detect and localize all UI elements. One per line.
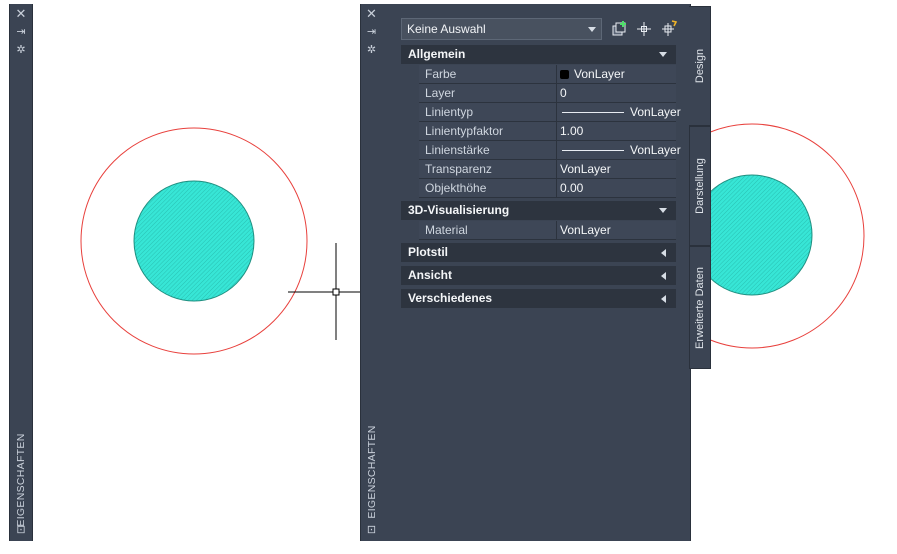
linetype-preview [562, 112, 624, 113]
property-value[interactable]: VonLayer [556, 221, 676, 240]
property-row-farbe[interactable]: Farbe VonLayer [401, 65, 676, 84]
strip-title: EIGENSCHAFTEN [15, 433, 27, 527]
hatched-circle-left[interactable] [133, 180, 255, 302]
chevron-left-icon [661, 272, 666, 280]
property-name: Linientyp [419, 103, 556, 122]
property-value[interactable]: 0.00 [556, 179, 676, 198]
property-value[interactable]: VonLayer [556, 103, 681, 122]
property-name: Material [419, 221, 556, 240]
palette-properties-icon[interactable]: ⊡ [361, 523, 382, 537]
tab-design[interactable]: Design [689, 6, 711, 126]
category-allgemein[interactable]: Allgemein [401, 45, 676, 64]
property-row-linientypfaktor[interactable]: Linientypfaktor 1.00 [401, 122, 676, 141]
properties-strip-collapsed[interactable]: ✕ ⇥ ✲ EIGENSCHAFTEN ⊡ [9, 4, 33, 541]
crosshair-cursor [288, 243, 362, 340]
property-row-material[interactable]: Material VonLayer [401, 221, 676, 240]
settings-icon[interactable]: ✲ [361, 43, 382, 57]
chevron-left-icon [661, 249, 666, 257]
category-verschiedenes[interactable]: Verschiedenes [401, 289, 676, 308]
property-value[interactable]: 0 [556, 84, 676, 103]
chevron-down-icon [659, 52, 667, 57]
palette-properties-icon[interactable]: ⊡ [10, 523, 32, 537]
tab-erweiterte-daten[interactable]: Erweiterte Daten [689, 246, 711, 369]
color-swatch [560, 70, 569, 79]
property-value[interactable]: VonLayer [556, 141, 681, 160]
chevron-down-icon [588, 27, 596, 32]
selection-dropdown[interactable]: Keine Auswahl [401, 18, 602, 40]
palette-title-bar[interactable]: ✕ ⇥ ✲ EIGENSCHAFTEN ⊡ [360, 4, 383, 541]
close-icon[interactable]: ✕ [361, 7, 382, 21]
category-plotstil[interactable]: Plotstil [401, 243, 676, 262]
property-name: Linienstärke [419, 141, 556, 160]
lineweight-preview [562, 150, 624, 151]
category-ansicht[interactable]: Ansicht [401, 266, 676, 285]
category-label: 3D-Visualisierung [408, 203, 510, 217]
select-objects-icon[interactable] [635, 20, 653, 38]
toggle-pickadd-icon[interactable] [611, 20, 629, 38]
selection-value: Keine Auswahl [407, 22, 486, 36]
palette-title: EIGENSCHAFTEN [365, 425, 378, 519]
tab-darstellung[interactable]: Darstellung [689, 126, 711, 246]
property-row-layer[interactable]: Layer 0 [401, 84, 676, 103]
property-row-transparenz[interactable]: Transparenz VonLayer [401, 160, 676, 179]
category-label: Plotstil [408, 245, 449, 259]
auto-hide-icon[interactable]: ⇥ [10, 25, 32, 39]
property-row-objekthoehe[interactable]: Objekthöhe 0.00 [401, 179, 676, 198]
property-name: Transparenz [419, 160, 556, 179]
property-name: Objekthöhe [419, 179, 556, 198]
property-name: Farbe [419, 65, 556, 84]
property-row-linientyp[interactable]: Linientyp VonLayer [401, 103, 681, 122]
property-name: Linientypfaktor [419, 122, 556, 141]
property-value[interactable]: 1.00 [556, 122, 676, 141]
category-label: Allgemein [408, 47, 466, 61]
property-value[interactable]: VonLayer [556, 160, 676, 179]
quick-select-icon[interactable] [660, 20, 678, 38]
chevron-left-icon [661, 295, 666, 303]
category-label: Ansicht [408, 268, 453, 282]
category-label: Verschiedenes [408, 291, 493, 305]
properties-palette: Keine Auswahl Allgemein Farbe VonLayer L… [381, 4, 691, 541]
close-icon[interactable]: ✕ [10, 7, 32, 21]
chevron-down-icon [659, 208, 667, 213]
category-3d-visualisierung[interactable]: 3D-Visualisierung [401, 201, 676, 220]
settings-icon[interactable]: ✲ [10, 43, 32, 57]
auto-hide-icon[interactable]: ⇥ [361, 25, 382, 39]
property-name: Layer [419, 84, 556, 103]
property-row-linienstaerke[interactable]: Linienstärke VonLayer [401, 141, 681, 160]
property-value[interactable]: VonLayer [556, 65, 676, 84]
